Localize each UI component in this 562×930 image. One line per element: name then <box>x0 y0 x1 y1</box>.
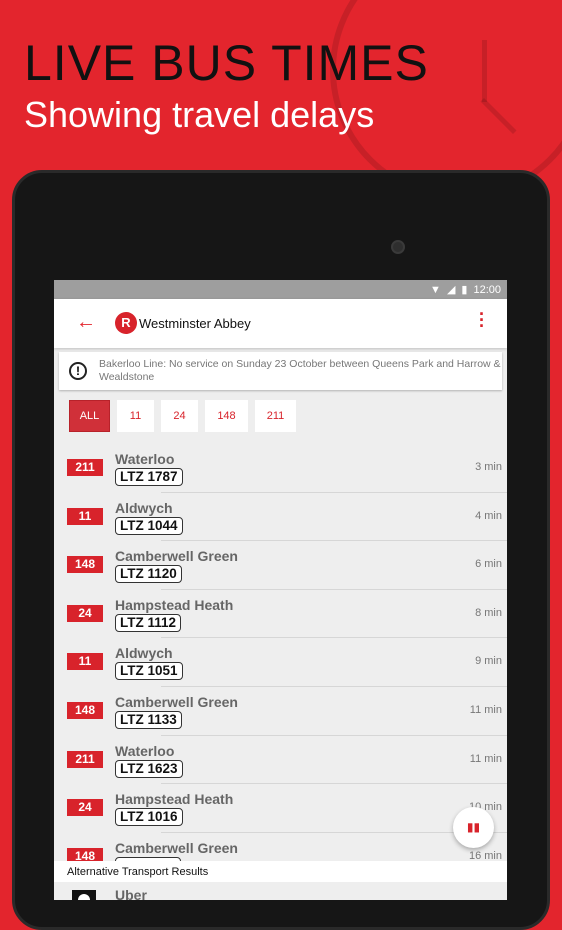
departure-row[interactable]: 24 Hampstead Heath LTZ 1016 10 min <box>54 784 507 833</box>
route-badge: 148 <box>67 556 103 574</box>
filter-chip-148[interactable]: 148 <box>205 400 248 432</box>
promo-subheadline: Showing travel delays <box>24 94 375 135</box>
departure-row[interactable]: 211 Waterloo LTZ 1623 11 min <box>54 736 507 785</box>
uber-logo <box>72 890 96 900</box>
alert-icon: ! <box>69 362 87 380</box>
arrival-time: 4 min <box>475 509 502 522</box>
vehicle-plate: LTZ 1787 <box>115 468 183 486</box>
status-bar: ▼ ◢ ▮ 12:00 <box>54 280 507 299</box>
more-vert-icon[interactable]: · · · <box>479 305 485 335</box>
filter-chip-all[interactable]: ALL <box>69 400 110 432</box>
vehicle-plate: LTZ 1016 <box>115 808 183 827</box>
camera <box>391 240 405 254</box>
arrival-time: 8 min <box>475 606 502 619</box>
route-badge: 148 <box>67 701 103 719</box>
filter-chip-24[interactable]: 24 <box>161 400 198 432</box>
filter-chip-211[interactable]: 211 <box>255 400 296 432</box>
destination: Camberwell Green <box>115 548 238 565</box>
departure-row[interactable]: 148 Camberwell Green LTZ 1133 11 min <box>54 687 507 736</box>
signal-icon: ◢ <box>446 284 456 296</box>
promo-headline: LIVE BUS TIMES <box>24 35 429 91</box>
destination: Camberwell Green <box>115 693 238 710</box>
departures-list: 211 Waterloo LTZ 1787 3 min 11 Aldwych L… <box>54 444 507 882</box>
route-badge: 24 <box>67 799 103 817</box>
destination: Camberwell Green <box>115 839 238 856</box>
app-logo: R <box>115 312 137 334</box>
alternative-header: Alternative Transport Results <box>54 861 507 882</box>
service-alert[interactable]: ! Bakerloo Line: No service on Sunday 23… <box>59 352 502 390</box>
alt-name: Uber <box>115 887 147 900</box>
toolbar: ← R Westminster Abbey · · · <box>54 299 507 348</box>
vehicle-plate: LTZ 1044 <box>115 516 183 535</box>
arrival-time: 9 min <box>475 655 502 668</box>
route-badge: 11 <box>67 653 103 671</box>
arrival-time: 6 min <box>475 558 502 571</box>
arrival-time: 3 min <box>475 461 502 473</box>
map-button[interactable]: ▮▮ <box>453 807 494 848</box>
app-screen: ▼ ◢ ▮ 12:00 ← R Westminster Abbey · · · ! … <box>54 280 507 900</box>
route-badge: 24 <box>67 604 103 622</box>
back-arrow-icon[interactable]: ← <box>76 311 96 334</box>
battery-icon: ▮ <box>461 284 468 296</box>
vehicle-plate: LTZ 1051 <box>115 662 183 681</box>
page-title: Westminster Abbey <box>139 316 251 331</box>
destination: Waterloo <box>115 742 175 759</box>
alert-text: Bakerloo Line: No service on Sunday 23 O… <box>99 358 501 383</box>
destination: Waterloo <box>115 451 175 467</box>
map-icon: ▮▮ <box>466 820 481 834</box>
departure-row[interactable]: 11 Aldwych LTZ 1044 4 min <box>54 493 507 542</box>
wifi-icon: ▼ <box>430 283 441 296</box>
arrival-time: 11 min <box>469 703 502 716</box>
vehicle-plate: LTZ 1120 <box>115 565 182 584</box>
route-badge: 11 <box>67 507 103 525</box>
list-item-uber[interactable]: Uber <box>54 882 507 900</box>
route-filters: ALL 11 24 148 211 <box>69 400 296 432</box>
destination: Aldwych <box>115 499 173 516</box>
vehicle-plate: LTZ 1112 <box>115 613 182 632</box>
departure-row[interactable]: 211 Waterloo LTZ 1787 3 min <box>54 444 507 493</box>
status-time: 12:00 <box>473 283 501 296</box>
arrival-time: 11 min <box>469 752 502 765</box>
clock-hand <box>482 40 487 102</box>
departure-row[interactable]: 11 Aldwych LTZ 1051 9 min <box>54 638 507 687</box>
vehicle-plate: LTZ 1623 <box>115 759 183 778</box>
destination: Hampstead Heath <box>115 791 234 808</box>
departure-row[interactable]: 148 Camberwell Green LTZ 1120 6 min <box>54 541 507 590</box>
arrival-time: 16 min <box>468 849 502 862</box>
route-badge: 211 <box>67 459 103 476</box>
filter-chip-11[interactable]: 11 <box>117 400 154 432</box>
destination: Hampstead Heath <box>115 596 234 613</box>
departure-row[interactable]: 24 Hampstead Heath LTZ 1112 8 min <box>54 590 507 639</box>
route-badge: 211 <box>67 750 103 768</box>
destination: Aldwych <box>115 645 173 662</box>
vehicle-plate: LTZ 1133 <box>115 710 182 729</box>
